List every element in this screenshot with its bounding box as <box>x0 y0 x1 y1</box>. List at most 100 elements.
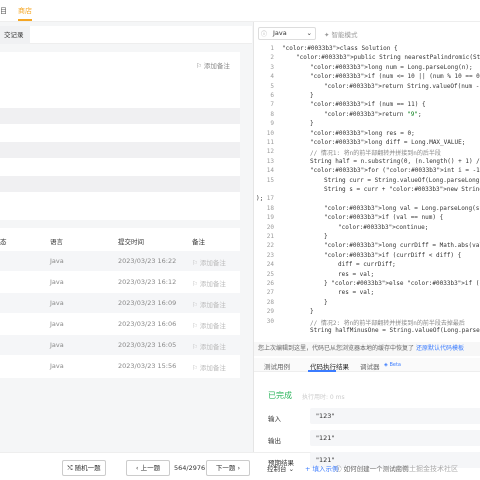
table-row[interactable]: Java 2023/03/23 15:56 ⚐ 添加备注 <box>0 356 240 376</box>
code-line: "color:#0033b3">if (num <= 10 || (num % … <box>310 73 480 81</box>
output-value: "121" <box>310 430 480 446</box>
code-line: } <box>310 120 314 128</box>
line-number: 22 <box>266 242 274 250</box>
row-time: 2023/03/23 16:12 <box>118 278 177 286</box>
chevron-down-icon: ⌄ <box>306 29 312 37</box>
chevron-right-icon: › <box>237 464 241 472</box>
row-note-label: 添加备注 <box>199 322 226 330</box>
line-number: 15 <box>266 176 274 184</box>
line-number: 10 <box>266 129 274 137</box>
nav-item-1[interactable]: 目 <box>0 6 7 16</box>
code-panel: Java ⌄ ⓘ ✦ 智能模式 1 "color:#0033b3">class S… <box>253 22 480 468</box>
chevron-down-icon: ⌄ <box>288 465 295 473</box>
submission-detail-card <box>0 52 240 220</box>
line-number: 7 <box>270 101 274 109</box>
console-toggle[interactable]: 控制台 ⌄ <box>267 463 294 473</box>
output-label: 输出 <box>268 437 281 445</box>
beta-label: Beta <box>389 362 401 368</box>
col-language: 语言 <box>50 238 63 246</box>
code-line: } <box>310 92 314 99</box>
code-editor[interactable]: 1 "color:#0033b3">class Solution {2 "color… <box>254 42 480 340</box>
smart-mode-toggle[interactable]: ✦ 智能模式 <box>324 29 358 39</box>
row-time: 2023/03/23 16:22 <box>118 257 177 265</box>
line-number: 28 <box>266 298 274 306</box>
input-value: "123" <box>310 408 480 424</box>
line-number: 27 <box>266 289 274 297</box>
result-tabs: 测试用例 代码执行结果 调试器 ◈ Beta <box>254 358 480 372</box>
detail-bar <box>0 108 240 124</box>
next-label: 下一题 <box>215 464 236 472</box>
code-line: "color:#0033b3">long diff = Long.MAX_VAL… <box>310 139 466 146</box>
input-label: 输入 <box>268 415 281 423</box>
row-add-note[interactable]: ⚐ 添加备注 <box>192 299 226 309</box>
code-line: "color:#0033b3">class Solution { <box>282 45 398 52</box>
prev-question-button[interactable]: ‹ 上一题 <box>126 460 170 476</box>
exec-time: 执行用时: 0 ms <box>302 394 345 401</box>
code-line: "color:#0033b3">if (num == 11) { <box>310 101 426 109</box>
tab-submissions[interactable]: 交记录 <box>0 26 30 44</box>
code-line: // 情况2: 将n的前半部翻转并拼接到n的前半段去掉最后 <box>310 319 465 327</box>
code-line: // 情况1: 将n的前半部翻转并拼接到n的后半段 <box>310 150 441 158</box>
code-line: res = val; <box>338 289 375 297</box>
col-status: 态 <box>0 238 7 246</box>
code-line: "color:#0033b3">long num = Long.parseLon… <box>310 63 473 71</box>
row-note-label: 添加备注 <box>199 259 226 267</box>
watermark: @稀土掘金技术社区 <box>395 465 458 473</box>
row-language: Java <box>50 320 64 328</box>
active-tab-indicator <box>18 19 32 21</box>
row-add-note[interactable]: ⚐ 添加备注 <box>192 320 226 330</box>
code-line: "color:#0033b3">public String nearestPal… <box>296 54 480 62</box>
tab-debugger[interactable]: 调试器 <box>360 361 380 371</box>
line-number: 9 <box>270 120 274 128</box>
fill-example-link[interactable]: + 填入示例 <box>305 463 339 473</box>
restore-default-link[interactable]: 还原默认代码模板 <box>416 345 464 352</box>
line-number: 4 <box>270 73 274 81</box>
code-line: String s = curr + "color:#0033b3">new St… <box>324 186 480 193</box>
detail-bar <box>0 176 240 192</box>
row-language: Java <box>50 278 64 286</box>
row-add-note[interactable]: ⚐ 添加备注 <box>192 341 226 351</box>
row-language: Java <box>50 341 64 349</box>
sub-tabs: 交记录 <box>0 26 252 44</box>
code-line: ); <box>256 195 264 203</box>
line-number: 12 <box>266 148 274 156</box>
add-note-button[interactable]: ⚐ 添加备注 <box>196 60 230 70</box>
row-time: 2023/03/23 16:05 <box>118 341 177 349</box>
nav-item-store[interactable]: 商店 <box>18 6 32 16</box>
table-row[interactable]: Java 2023/03/23 16:09 ⚐ 添加备注 <box>0 293 240 313</box>
table-row[interactable]: Java 2023/03/23 16:22 ⚐ 添加备注 <box>0 251 240 271</box>
line-number: 25 <box>266 270 274 278</box>
line-number: 21 <box>266 233 274 240</box>
code-line: res = val; <box>338 270 375 278</box>
detail-bar <box>0 142 240 158</box>
tab-test-cases[interactable]: 测试用例 <box>264 361 290 371</box>
prev-label: 上一题 <box>140 464 161 472</box>
row-language: Java <box>50 299 64 307</box>
random-question-button[interactable]: ⤭ 随机一题 <box>62 460 106 476</box>
console-label: 控制台 <box>267 465 287 473</box>
chevron-left-icon: ‹ <box>135 464 139 472</box>
beta-badge: ◈ Beta <box>384 362 401 368</box>
line-number: 26 <box>266 280 274 287</box>
code-line: "color:#0033b3">continue; <box>338 223 429 231</box>
table-row[interactable]: Java 2023/03/23 16:12 ⚐ 添加备注 <box>0 272 240 292</box>
left-panel: 交记录 ⚐ 添加备注 态 语言 提交时间 备注 Java 2023/03/23 … <box>0 22 252 452</box>
col-time: 提交时间 <box>118 238 144 246</box>
next-question-button[interactable]: 下一题 › <box>206 460 250 476</box>
table-row[interactable]: Java 2023/03/23 16:05 ⚐ 添加备注 <box>0 335 240 355</box>
shuffle-icon: ⤭ <box>67 464 73 472</box>
row-time: 2023/03/23 16:09 <box>118 299 177 307</box>
code-line: } "color:#0033b3">else "color:#0033b3">i… <box>324 280 480 287</box>
row-add-note[interactable]: ⚐ 添加备注 <box>192 278 226 288</box>
run-status: 已完成 <box>268 391 292 400</box>
line-number: 1 <box>270 45 274 52</box>
row-note-label: 添加备注 <box>199 280 226 288</box>
code-line: String curr = String.valueOf(Long.parseL… <box>324 176 480 184</box>
line-number: 3 <box>270 63 274 71</box>
row-add-note[interactable]: ⚐ 添加备注 <box>192 362 226 372</box>
code-line: "color:#0033b3">long res = 0; <box>310 129 415 137</box>
table-row[interactable]: Java 2023/03/23 16:06 ⚐ 添加备注 <box>0 314 240 334</box>
line-number: 18 <box>266 204 274 212</box>
line-number: 13 <box>266 157 274 165</box>
row-add-note[interactable]: ⚐ 添加备注 <box>192 257 226 267</box>
